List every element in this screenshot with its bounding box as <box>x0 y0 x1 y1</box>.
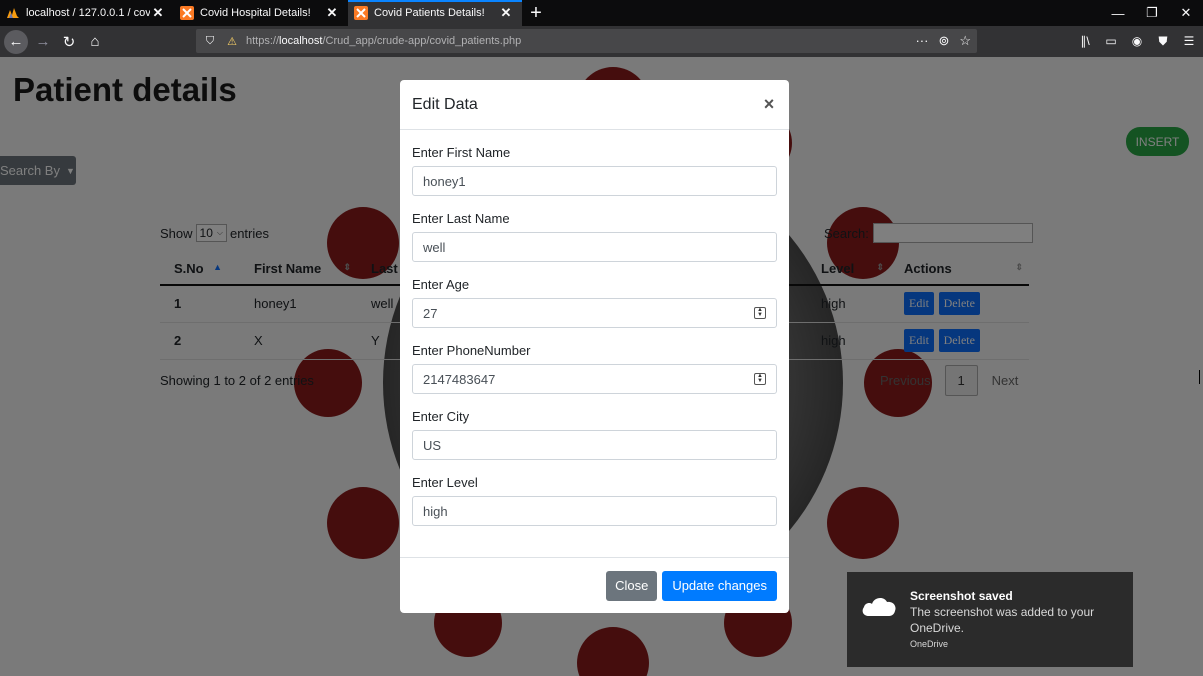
home-icon[interactable]: ⌂ <box>82 29 108 55</box>
library-icon[interactable]: ∥\ <box>1075 29 1095 53</box>
notification-body: The screenshot was added to your OneDriv… <box>910 605 1095 635</box>
phone-label: Enter PhoneNumber <box>412 343 531 358</box>
xampp-icon <box>354 6 368 20</box>
modal-title: Edit Data <box>412 95 478 113</box>
insecure-lock-icon[interactable]: ⚠ <box>224 35 240 48</box>
reload-icon[interactable]: ↻ <box>56 29 82 55</box>
city-input[interactable]: US <box>412 430 777 460</box>
first-name-value: honey1 <box>423 173 466 189</box>
close-icon[interactable]: ✕ <box>150 5 166 21</box>
tab-title: Covid Patients Details! <box>374 7 485 19</box>
cloud-icon <box>862 598 896 616</box>
tab-bar: localhost / 127.0.0.1 / covid_ho ✕ Covid… <box>0 0 1203 26</box>
form-group-level: Enter Level high <box>412 460 777 526</box>
url-prefix: https:// <box>246 35 280 47</box>
level-input[interactable]: high <box>412 496 777 526</box>
pocket-icon[interactable]: ⊚ <box>938 33 949 49</box>
age-input[interactable]: 27 ▲ ▼ <box>412 298 777 328</box>
tab-title: Covid Hospital Details! <box>200 7 311 19</box>
last-name-input[interactable]: well <box>412 232 777 262</box>
restore-icon[interactable]: ❐ <box>1135 0 1169 26</box>
level-label: Enter Level <box>412 475 478 490</box>
navigation-bar: ← → ↻ ⌂ ⛉ ⚠ https://localhost/Crud_app/c… <box>0 26 1203 57</box>
city-label: Enter City <box>412 409 470 424</box>
tab-phpmyadmin[interactable]: localhost / 127.0.0.1 / covid_ho ✕ <box>0 0 174 26</box>
city-value: US <box>423 437 442 453</box>
close-icon[interactable]: ✕ <box>498 5 514 21</box>
close-button[interactable]: Close <box>606 570 658 601</box>
age-label: Enter Age <box>412 277 470 292</box>
toolbar-right: ∥\ ▭ ◉ ⛊ ☰ <box>1075 29 1199 53</box>
number-spinner-icon[interactable]: ▲ ▼ <box>754 373 766 385</box>
text-cursor-icon <box>1199 370 1203 384</box>
onedrive-notification[interactable]: Screenshot saved The screenshot was adde… <box>847 572 1133 667</box>
first-name-input[interactable]: honey1 <box>412 166 777 196</box>
url-path: /Crud_app/crude-app/covid_patients.php <box>322 35 522 47</box>
notification-title: Screenshot saved <box>910 589 1013 603</box>
modal-footer: Close Update changes <box>400 557 789 613</box>
age-value: 27 <box>423 305 438 321</box>
back-arrow-icon[interactable]: ← <box>4 29 28 54</box>
url-bar[interactable]: ⛉ ⚠ https://localhost/Crud_app/crude-app… <box>196 29 977 53</box>
first-name-label: Enter First Name <box>412 145 511 160</box>
shield-icon[interactable]: ⛉ <box>202 35 218 48</box>
number-spinner-icon[interactable]: ▲ ▼ <box>754 307 766 319</box>
account-icon[interactable]: ◉ <box>1127 29 1147 53</box>
last-name-value: well <box>423 239 446 255</box>
update-changes-button[interactable]: Update changes <box>662 570 777 601</box>
sidebar-icon[interactable]: ▭ <box>1101 29 1121 53</box>
url-text[interactable]: https://localhost/Crud_app/crude-app/cov… <box>246 35 915 47</box>
form-group-city: Enter City US <box>412 394 777 460</box>
tab-title: localhost / 127.0.0.1 / covid_ho <box>26 7 150 19</box>
close-icon[interactable]: × <box>761 94 777 115</box>
new-tab-button[interactable]: + <box>522 0 550 26</box>
form-group-age: Enter Age 27 ▲ ▼ <box>412 262 777 328</box>
url-host: localhost <box>279 35 323 47</box>
extension-shield-icon[interactable]: ⛊ <box>1153 29 1173 53</box>
phone-input[interactable]: 2147483647 ▲ ▼ <box>412 364 777 394</box>
edit-data-modal: Edit Data × Enter First Name honey1 Ente… <box>400 80 789 613</box>
window-controls: — ❐ ✕ <box>1101 0 1203 26</box>
form-group-last-name: Enter Last Name well <box>412 196 777 262</box>
phone-value: 2147483647 <box>423 371 496 387</box>
form-group-phone: Enter PhoneNumber 2147483647 ▲ ▼ <box>412 328 777 394</box>
tab-covid-patients[interactable]: Covid Patients Details! ✕ <box>348 0 522 26</box>
menu-icon[interactable]: ☰ <box>1179 29 1199 53</box>
notification-app-name: OneDrive <box>910 639 949 649</box>
modal-header: Edit Data × <box>400 80 789 130</box>
modal-body: Enter First Name honey1 Enter Last Name … <box>400 130 789 526</box>
close-icon[interactable]: ✕ <box>324 5 340 21</box>
form-group-first-name: Enter First Name honey1 <box>412 130 777 196</box>
phpmyadmin-icon <box>7 8 19 18</box>
level-value: high <box>423 503 448 519</box>
minimize-icon[interactable]: — <box>1101 0 1135 26</box>
url-actions: ··· ⊚ ☆ <box>915 33 971 49</box>
forward-arrow-icon[interactable]: → <box>30 29 56 55</box>
last-name-label: Enter Last Name <box>412 211 510 226</box>
xampp-icon <box>180 6 194 20</box>
bookmark-star-icon[interactable]: ☆ <box>959 33 971 49</box>
tab-covid-hospital[interactable]: Covid Hospital Details! ✕ <box>174 0 348 26</box>
window-close-icon[interactable]: ✕ <box>1169 0 1203 26</box>
more-actions-icon[interactable]: ··· <box>915 33 928 49</box>
